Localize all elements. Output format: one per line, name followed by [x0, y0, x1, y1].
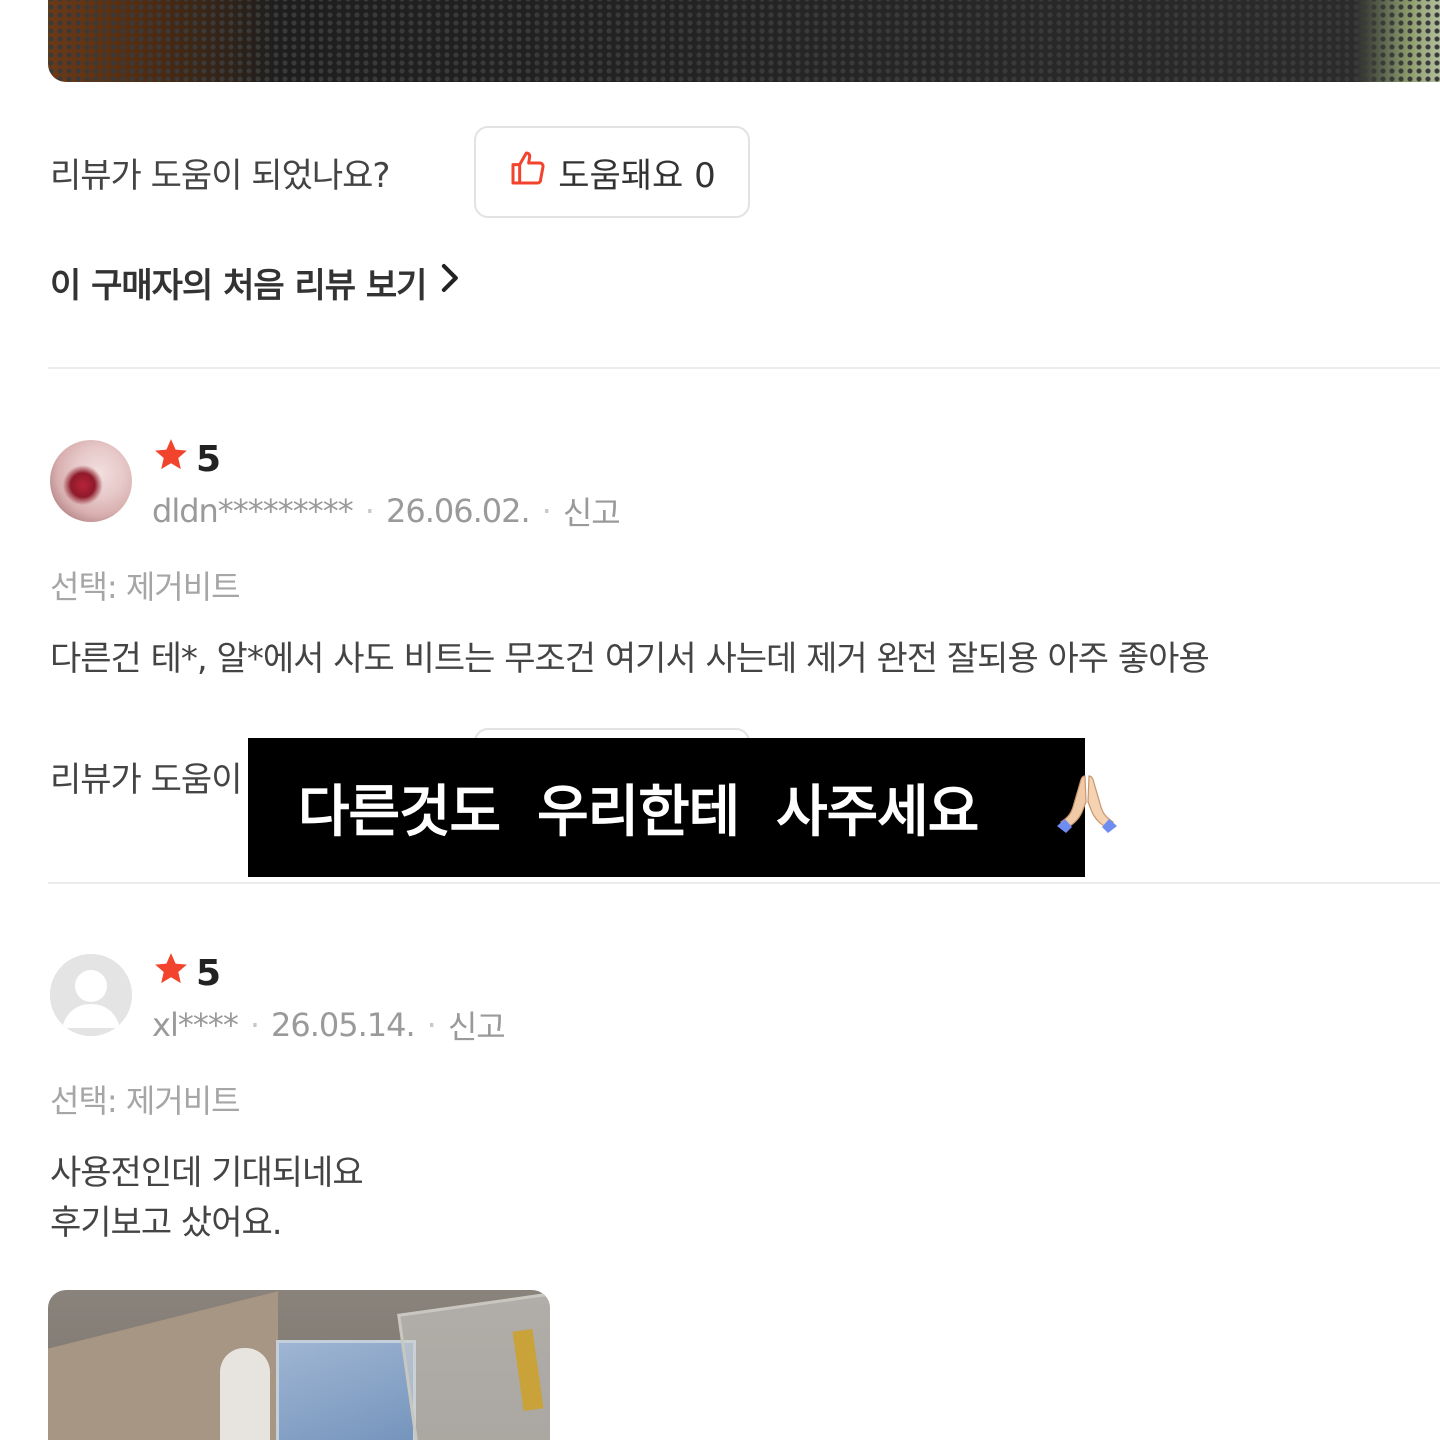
selected-option: 선택: 제거비트	[50, 568, 241, 606]
helpful-question: 리뷰가 도움이	[50, 760, 242, 800]
avatar	[50, 954, 132, 1036]
praying-hands-emoji	[978, 703, 1120, 913]
rating-value: 5	[196, 953, 222, 994]
review-date: 26.06.02.	[385, 492, 531, 530]
first-review-link-label: 이 구매자의 처음 리뷰 보기	[50, 266, 427, 306]
review-text-line: 다른건 테*, 알*에서 사도 비트는 무조건 여기서 사는데 제거 완전 잘되…	[50, 639, 1210, 679]
first-review-link[interactable]: 이 구매자의 처음 리뷰 보기	[50, 258, 460, 307]
photo-detail	[276, 1340, 416, 1440]
review-text-line: 사용전인데 기대되네요	[50, 1153, 364, 1193]
review-meta: xl**** · 26.05.14. · 신고	[152, 1002, 506, 1048]
helpful-button-label: 도움돼요 0	[558, 155, 716, 196]
author-name: xl****	[152, 1006, 239, 1044]
star-icon	[152, 436, 190, 483]
helpful-question: 리뷰가 도움이 되었나요?	[50, 156, 390, 196]
star-icon	[152, 950, 190, 997]
review-photo-top[interactable]	[48, 0, 1440, 82]
star-rating: 5	[152, 950, 221, 997]
review-date: 26.05.14.	[271, 1006, 416, 1044]
report-link[interactable]: 신고	[563, 488, 621, 534]
star-rating: 5	[152, 436, 221, 483]
review-text-line: 후기보고 샀어요.	[50, 1203, 283, 1243]
separator-dot: ·	[541, 492, 552, 530]
caption-text: 다른것도 우리한테 사주세요	[298, 780, 979, 845]
divider	[48, 882, 1440, 884]
thumbs-up-icon	[508, 148, 548, 197]
review-meta: dldn********* · 26.06.02. · 신고	[152, 488, 621, 534]
user-icon	[50, 954, 132, 1036]
separator-dot: ·	[249, 1006, 260, 1044]
author-name: dldn*********	[152, 492, 354, 530]
divider	[48, 367, 1440, 369]
review-text: 사용전인데 기대되네요 후기보고 샀어요.	[50, 1148, 364, 1248]
selected-option: 선택: 제거비트	[50, 1082, 241, 1120]
helpful-button[interactable]: 도움돼요 0	[474, 126, 750, 218]
review-text: 다른건 테*, 알*에서 사도 비트는 무조건 여기서 사는데 제거 완전 잘되…	[50, 634, 1210, 684]
rating-value: 5	[196, 439, 222, 480]
chevron-right-icon	[438, 261, 460, 304]
avatar	[50, 440, 132, 522]
review-photo[interactable]	[48, 1290, 550, 1440]
caption-overlay: 다른것도 우리한테 사주세요	[248, 738, 1118, 877]
separator-dot: ·	[364, 492, 375, 530]
photo-detail	[220, 1348, 270, 1440]
separator-dot: ·	[426, 1006, 437, 1044]
report-link[interactable]: 신고	[448, 1002, 506, 1048]
